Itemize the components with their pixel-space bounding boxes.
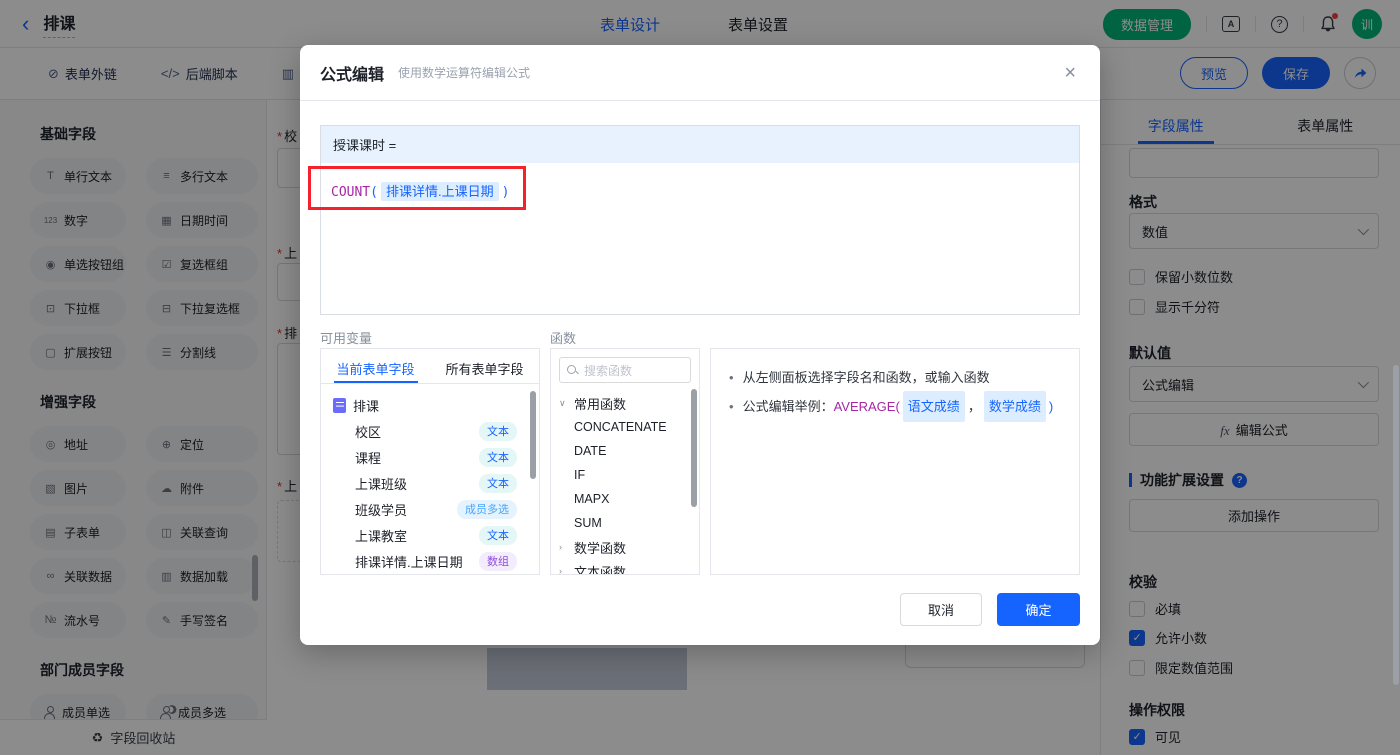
variable-item[interactable]: 上课班级 文本 <box>333 470 529 496</box>
variables-scrollbar[interactable] <box>530 391 536 479</box>
function-item[interactable]: SUM <box>551 511 699 535</box>
modal-subtitle: 使用数学运算符编辑公式 <box>398 66 531 80</box>
page-scrollbar[interactable] <box>1393 365 1399 685</box>
formula-editor[interactable]: 授课课时 = COUNT(排课详情.上课日期) <box>320 125 1080 315</box>
close-paren: ) <box>1048 399 1054 414</box>
formula-edit-modal: 公式编辑 使用数学运算符编辑公式 × 授课课时 = COUNT(排课详情.上课日… <box>300 45 1100 645</box>
variable-name: 上课教室 <box>355 528 408 544</box>
variable-item[interactable]: 排课详情.上课日期 数组 <box>333 548 529 574</box>
help-panel: • 从左侧面板选择字段名和函数，或输入函数 • 公式编辑举例： AVERAGE(… <box>710 348 1080 575</box>
type-badge: 文本 <box>479 421 517 441</box>
example-token: 语文成绩 <box>902 391 965 422</box>
bullet-icon: • <box>729 399 734 414</box>
example-function: AVERAGE( <box>833 399 900 414</box>
functions-scrollbar[interactable] <box>691 389 697 507</box>
variable-item[interactable]: 课程 文本 <box>333 444 529 470</box>
type-badge: 文本 <box>479 447 517 467</box>
modal-header: 公式编辑 使用数学运算符编辑公式 × <box>300 45 1100 101</box>
variable-item[interactable]: 校区 文本 <box>333 418 529 444</box>
form-icon <box>333 397 346 413</box>
function-item[interactable]: CONCATENATE <box>551 415 699 439</box>
help-line-2: • 公式编辑举例： AVERAGE( 语文成绩 ， 数学成绩 ) <box>729 391 1061 422</box>
tree-root-label: 排课 <box>353 398 380 414</box>
variable-name: 班级学员 <box>355 502 408 518</box>
formula-target: 授课课时 = <box>321 126 1079 163</box>
help-line-1: • 从左侧面板选择字段名和函数，或输入函数 <box>729 364 1061 391</box>
function-item[interactable]: MAPX <box>551 487 699 511</box>
variable-name: 上课班级 <box>355 476 408 492</box>
type-badge: 文本 <box>479 525 517 545</box>
variables-label: 可用变量 <box>320 331 373 346</box>
tab-current-form-fields[interactable]: 当前表单字段 <box>321 349 430 383</box>
chevron-down-icon: ∨ <box>559 397 566 408</box>
chevron-right-icon: › <box>559 542 562 552</box>
variables-panel: 当前表单字段 所有表单字段 排课 校区 文本 课程 文本 上课班级 文本 班级学员 成员… <box>320 348 540 575</box>
help-text: 从左侧面板选择字段名和函数，或输入函数 <box>742 370 990 385</box>
search-placeholder: 搜索函数 <box>584 363 633 378</box>
tree-root-form[interactable]: 排课 <box>333 392 529 418</box>
formula-field-token[interactable]: 排课详情.上课日期 <box>380 182 499 201</box>
modal-title: 公式编辑 <box>320 66 385 84</box>
function-item[interactable]: DATE <box>551 439 699 463</box>
formula-function: COUNT <box>331 185 371 200</box>
bullet-icon: • <box>729 370 734 385</box>
variable-name: 排课详情.上课日期 <box>355 554 463 570</box>
variables-tabs: 当前表单字段 所有表单字段 <box>321 349 539 384</box>
variable-name: 校区 <box>355 424 382 440</box>
comma: ， <box>967 399 981 414</box>
cancel-button[interactable]: 取消 <box>900 593 982 626</box>
chevron-right-icon: › <box>559 566 562 575</box>
function-group-math[interactable]: › 数学函数 <box>551 535 699 559</box>
group-label: 常用函数 <box>574 396 627 412</box>
type-badge: 数组 <box>479 551 517 571</box>
type-badge: 文本 <box>479 473 517 493</box>
tab-all-form-fields[interactable]: 所有表单字段 <box>430 349 539 383</box>
function-group-common[interactable]: ∨ 常用函数 <box>551 391 699 415</box>
function-item[interactable]: IF <box>551 463 699 487</box>
close-paren: ) <box>501 185 510 200</box>
functions-panel: 搜索函数 ∨ 常用函数 CONCATENATE DATE IF MAPX SUM … <box>550 348 700 575</box>
variable-name: 课程 <box>355 450 382 466</box>
group-label: 数学函数 <box>574 540 627 556</box>
functions-label: 函数 <box>550 331 577 346</box>
type-badge: 成员多选 <box>457 499 517 519</box>
variable-item[interactable]: 上课教室 文本 <box>333 522 529 548</box>
app-root: ‹ 排课 表单设计 表单设置 数据管理 A ? 训 ⊘ 表单外链 </> 后端脚… <box>0 0 1400 755</box>
help-text: 公式编辑举例： <box>742 399 834 414</box>
example-token: 数学成绩 <box>983 391 1046 422</box>
function-group-text[interactable]: › 文本函数 <box>551 559 699 575</box>
close-icon[interactable]: × <box>1064 63 1076 83</box>
group-label: 文本函数 <box>574 564 627 575</box>
variable-item[interactable]: 班级学员 成员多选 <box>333 496 529 522</box>
formula-expression[interactable]: COUNT(排课详情.上课日期) <box>331 181 1079 201</box>
function-search-input[interactable]: 搜索函数 <box>559 357 691 383</box>
confirm-button[interactable]: 确定 <box>997 593 1080 626</box>
variables-tree: 排课 校区 文本 课程 文本 上课班级 文本 班级学员 成员多选 上课教室 文本 排课详情… <box>321 384 539 574</box>
search-icon <box>567 364 578 376</box>
open-paren: ( <box>370 185 378 200</box>
